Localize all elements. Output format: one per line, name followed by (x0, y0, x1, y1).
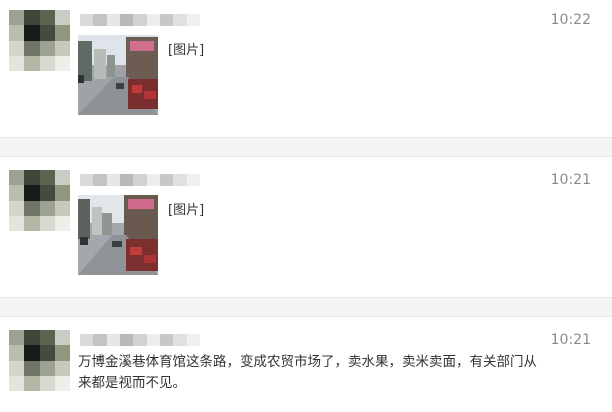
post-text: 万博金溪巷体育馆这条路，变成农贸市场了，卖水果，卖米卖面，有关部门从 来都是视而… (78, 352, 588, 394)
post-text-line: 万博金溪巷体育馆这条路，变成农贸市场了，卖水果，卖米卖面，有关部门从 (78, 354, 537, 370)
street-photo-thumbnail[interactable] (78, 195, 158, 275)
post-time: 10:22 (550, 12, 591, 28)
avatar-blurred[interactable] (9, 330, 70, 391)
avatar-blurred[interactable] (9, 170, 70, 231)
street-photo-thumbnail[interactable] (78, 35, 158, 115)
post-item: 10:22 [图片] (0, 10, 612, 135)
username-blurred[interactable] (80, 334, 200, 346)
post-item: 10:21 [图片] (0, 170, 612, 295)
post-separator (0, 137, 612, 157)
avatar-blurred[interactable] (9, 10, 70, 71)
image-label: [图片] (168, 203, 205, 218)
post-separator (0, 297, 612, 317)
post-time: 10:21 (550, 332, 591, 348)
username-blurred[interactable] (80, 14, 200, 26)
post-time: 10:21 (550, 172, 591, 188)
post-text-line: 来都是视而不见。 (78, 375, 186, 391)
post-item: 10:21 万博金溪巷体育馆这条路，变成农贸市场了，卖水果，卖米卖面，有关部门从… (0, 330, 612, 412)
message-feed: 10:22 [图片] 10:21 [图片] 10:21 万博金溪巷体育馆这条路，… (0, 0, 612, 412)
username-blurred[interactable] (80, 174, 200, 186)
image-label: [图片] (168, 43, 205, 58)
